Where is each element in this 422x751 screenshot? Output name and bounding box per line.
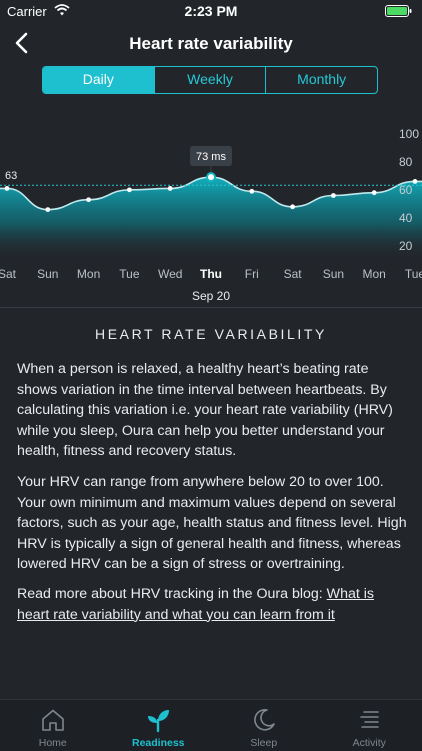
sprout-icon — [145, 707, 171, 733]
hrv-area-fill — [0, 177, 422, 261]
tooltip-value: 73 ms — [196, 151, 226, 163]
divider — [0, 307, 422, 308]
data-point[interactable] — [290, 204, 295, 209]
x-tick-label: Sun — [37, 267, 58, 281]
status-bar: Carrier 2:23 PM — [0, 0, 422, 24]
tab-weekly[interactable]: Weekly — [154, 67, 266, 93]
y-tick-label: 80 — [399, 155, 413, 169]
data-point[interactable] — [168, 186, 173, 191]
period-segmented-control: Daily Weekly Monthly — [42, 66, 378, 94]
info-paragraph-1: When a person is relaxed, a healthy hear… — [17, 359, 409, 462]
data-point[interactable] — [249, 189, 254, 194]
data-point[interactable] — [372, 190, 377, 195]
bottom-tab-bar: Home Readiness Sleep Activity — [0, 699, 422, 751]
x-tick-label: Fri — [245, 267, 259, 281]
info-section-title: HEART RATE VARIABILITY — [0, 326, 422, 342]
data-point[interactable] — [45, 207, 50, 212]
tab-daily[interactable]: Daily — [43, 67, 154, 93]
x-tick-label: Tue — [119, 267, 140, 281]
tab-activity[interactable]: Activity — [317, 700, 422, 751]
selected-date-label: Sep 20 — [192, 289, 230, 303]
x-tick-label: Mon — [363, 267, 386, 281]
data-point[interactable] — [86, 197, 91, 202]
tab-sleep[interactable]: Sleep — [211, 700, 317, 751]
reference-label: 63 — [5, 170, 17, 182]
x-tick-label: Sun — [323, 267, 344, 281]
data-point[interactable] — [5, 186, 10, 191]
tab-home[interactable]: Home — [0, 700, 106, 751]
tab-readiness[interactable]: Readiness — [106, 700, 212, 751]
y-tick-label: 60 — [399, 183, 413, 197]
hrv-area-chart[interactable]: 63 100 80 60 40 20 73 ms Sat Sun Mon Tue Wed Thu Fri S… — [0, 96, 422, 308]
blog-intro-text: Read more about HRV tracking in the Oura… — [17, 586, 327, 602]
y-tick-label: 100 — [399, 127, 419, 141]
y-tick-label: 20 — [399, 239, 413, 253]
navigation-bar: Heart rate variability — [0, 26, 422, 64]
x-tick-label: Tue — [405, 267, 422, 281]
page-title: Heart rate variability — [0, 34, 422, 54]
tab-monthly[interactable]: Monthly — [265, 67, 377, 93]
hrv-chart: 63 100 80 60 40 20 73 ms Sat Sun Mon Tue Wed Thu Fri S… — [0, 96, 422, 308]
highlighted-data-point[interactable] — [207, 173, 215, 181]
moon-icon — [251, 707, 277, 733]
tab-sleep-label: Sleep — [211, 737, 317, 749]
x-tick-label: Mon — [77, 267, 100, 281]
info-paragraph-3: Read more about HRV tracking in the Oura… — [17, 584, 409, 625]
data-point[interactable] — [331, 193, 336, 198]
y-tick-label: 40 — [399, 211, 413, 225]
data-point[interactable] — [127, 187, 132, 192]
tab-activity-label: Activity — [317, 737, 422, 749]
info-paragraph-2: Your HRV can range from anywhere below 2… — [17, 472, 409, 575]
x-tick-label: Wed — [158, 267, 182, 281]
clock: 2:23 PM — [0, 3, 422, 19]
x-tick-label[interactable]: Thu — [200, 267, 222, 281]
tab-home-label: Home — [0, 737, 106, 749]
data-point[interactable] — [413, 179, 418, 184]
home-icon — [40, 707, 66, 733]
tab-readiness-label: Readiness — [106, 737, 212, 749]
x-tick-label: Sat — [0, 267, 17, 281]
activity-list-icon — [356, 707, 382, 733]
battery-icon — [385, 5, 412, 17]
x-tick-label: Sat — [284, 267, 303, 281]
